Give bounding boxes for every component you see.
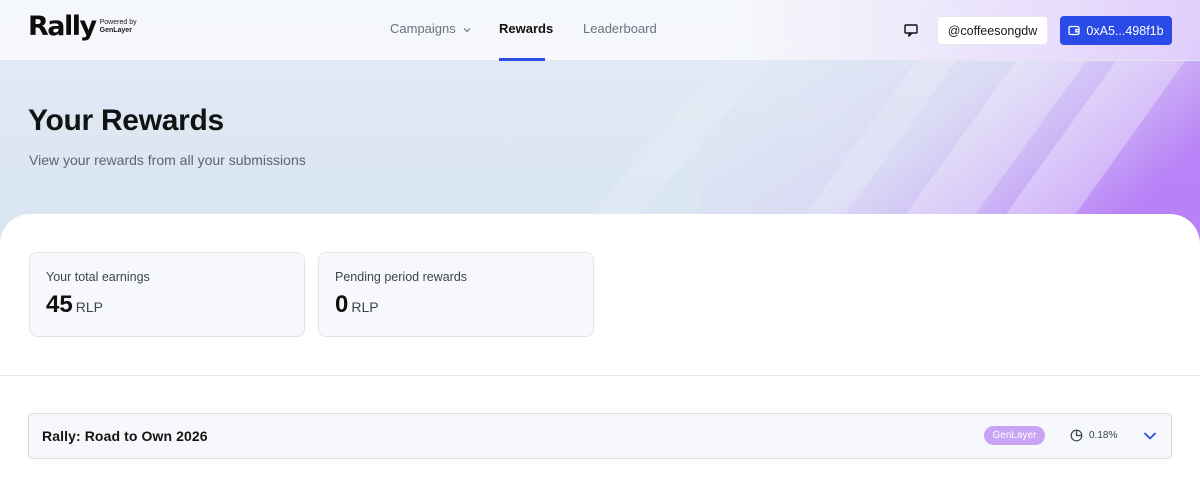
pending-rewards-value: 0 RLP <box>335 291 379 319</box>
wallet-icon <box>1068 25 1081 36</box>
powered-by-brand: GenLayer <box>99 26 132 34</box>
page-subtitle: View your rewards from all your submissi… <box>29 152 306 168</box>
pending-rewards-unit: RLP <box>351 299 379 315</box>
nav-leaderboard[interactable]: Leaderboard <box>583 21 657 36</box>
rally-logo[interactable]: Rally Powered by GenLayer <box>28 13 137 41</box>
campaign-tag-badge: GenLayer <box>984 426 1045 445</box>
total-earnings-number: 45 <box>46 291 73 318</box>
total-earnings-label: Your total earnings <box>46 270 150 284</box>
section-divider <box>0 375 1200 376</box>
total-earnings-unit: RLP <box>75 299 103 315</box>
total-earnings-value: 45 RLP <box>46 291 103 319</box>
chat-button[interactable] <box>901 20 921 40</box>
pending-rewards-label: Pending period rewards <box>335 270 468 284</box>
total-earnings-card: Your total earnings 45 RLP <box>29 252 305 337</box>
nav-rewards-label: Rewards <box>499 21 554 36</box>
logo-wordmark: Rally <box>28 11 97 42</box>
powered-by: Powered by GenLayer <box>100 19 137 34</box>
nav-rewards[interactable]: Rewards <box>499 21 553 36</box>
user-handle-button[interactable]: @coffeesongdw <box>937 16 1048 45</box>
powered-by-label: Powered by <box>99 19 137 26</box>
chevron-down-icon[interactable] <box>1142 428 1158 444</box>
user-handle: @coffeesongdw <box>947 23 1038 38</box>
pending-rewards-card: Pending period rewards 0 RLP <box>318 252 594 337</box>
pending-rewards-number: 0 <box>335 291 349 318</box>
chevron-down-icon <box>463 27 471 32</box>
page-title: Your Rewards <box>28 104 224 137</box>
wallet-button[interactable]: 0xA5...498f1b <box>1060 16 1172 45</box>
nav-campaigns[interactable]: Campaigns <box>390 21 471 36</box>
campaign-name: Rally: Road to Own 2026 <box>42 428 208 444</box>
pie-chart-icon <box>1070 429 1083 442</box>
chat-icon <box>904 23 918 37</box>
campaign-share-value: 0.18% <box>1089 430 1118 441</box>
active-tab-indicator <box>499 58 545 61</box>
campaign-row[interactable]: Rally: Road to Own 2026 GenLayer 0.18% <box>28 413 1172 459</box>
campaign-share: 0.18% <box>1070 429 1117 442</box>
top-header: Rally Powered by GenLayer Campaigns Rewa… <box>0 0 1200 61</box>
wallet-address: 0xA5...498f1b <box>1086 23 1164 38</box>
nav-leaderboard-label: Leaderboard <box>583 21 657 36</box>
nav-campaigns-label: Campaigns <box>390 21 456 36</box>
